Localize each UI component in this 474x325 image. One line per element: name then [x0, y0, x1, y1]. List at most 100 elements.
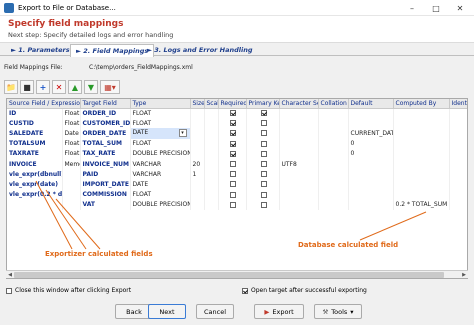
next-button[interactable]: Next — [148, 304, 186, 319]
character-set-cell[interactable] — [279, 189, 319, 200]
source-field-cell[interactable]: SALEDATE — [7, 128, 63, 139]
cancel-button[interactable]: Cancel — [196, 304, 234, 319]
table-row[interactable]: SALEDATEDateORDER_DATEDATE▾ CURRENT_DATE — [7, 128, 467, 139]
menu-dropdown-icon[interactable]: ▦▾ — [100, 80, 120, 94]
default-cell[interactable] — [348, 179, 394, 190]
default-cell[interactable] — [348, 108, 394, 119]
primary-key-cell-checkbox[interactable] — [260, 181, 267, 188]
required-cell[interactable] — [218, 169, 247, 180]
scale-cell[interactable] — [204, 158, 219, 170]
identity-cell[interactable] — [449, 169, 467, 180]
identity-cell[interactable] — [449, 179, 467, 190]
identity-cell[interactable] — [449, 189, 467, 200]
type-dropdown-icon[interactable]: ▾ — [178, 129, 187, 138]
computed-by-cell[interactable] — [393, 118, 450, 129]
scale-cell[interactable] — [204, 148, 219, 159]
source-type-cell[interactable]: Memo — [62, 158, 81, 170]
source-field-cell[interactable]: vle_expr(date) — [7, 179, 63, 190]
computed-by-cell[interactable] — [393, 128, 450, 139]
required-cell-checkbox[interactable] — [230, 120, 236, 127]
collation-cell[interactable] — [318, 189, 349, 200]
source-type-cell[interactable] — [62, 199, 81, 210]
move-up-icon[interactable]: ▲ — [68, 80, 82, 94]
scrollbar-thumb[interactable] — [14, 272, 444, 278]
col-scale[interactable]: Scale — [204, 99, 219, 109]
collation-cell[interactable] — [318, 158, 349, 170]
tools-button[interactable]: ⚒ Tools ▾ — [314, 304, 362, 319]
type-cell[interactable]: FLOAT — [130, 108, 191, 119]
primary-key-cell[interactable] — [246, 189, 280, 200]
save-icon[interactable]: ■ — [20, 80, 34, 94]
close-after-export-option[interactable]: Close this window after clicking Export — [6, 287, 131, 294]
source-type-cell[interactable]: Float — [62, 108, 81, 119]
type-cell[interactable]: DOUBLE PRECISION — [130, 148, 191, 159]
primary-key-cell-checkbox[interactable] — [260, 161, 267, 168]
size-cell[interactable] — [190, 199, 205, 210]
required-cell[interactable] — [218, 189, 247, 200]
default-cell[interactable]: 0 — [348, 138, 394, 149]
character-set-cell[interactable] — [279, 138, 319, 149]
scale-cell[interactable] — [204, 128, 219, 139]
required-cell-checkbox[interactable] — [230, 150, 236, 157]
table-row[interactable]: TAXRATE Float TAX_RATE DOUBLE PRECISION 0 — [7, 148, 467, 159]
target-field-cell[interactable]: PAID — [80, 169, 131, 180]
primary-key-cell[interactable] — [246, 158, 280, 170]
computed-by-cell[interactable] — [393, 189, 450, 200]
character-set-cell[interactable] — [279, 118, 319, 129]
open-target-option[interactable]: Open target after successful exporting — [242, 287, 367, 294]
default-cell[interactable]: CURRENT_DATE — [348, 128, 394, 139]
target-field-cell[interactable]: CUSTOMER_ID — [80, 118, 131, 129]
size-cell[interactable] — [190, 148, 205, 159]
primary-key-cell-checkbox[interactable] — [260, 150, 267, 157]
maximize-icon[interactable]: □ — [424, 0, 448, 16]
type-cell[interactable]: DATE — [130, 179, 191, 190]
character-set-cell[interactable] — [279, 128, 319, 139]
table-row[interactable]: vle_expr(date) IMPORT_DATE DATE — [7, 179, 467, 190]
col-source-field[interactable]: Source Field / Expression — [7, 99, 81, 109]
primary-key-cell-checkbox[interactable] — [260, 191, 267, 198]
type-cell[interactable]: DOUBLE PRECISION — [130, 199, 191, 210]
tab-parameters[interactable]: ► 1. Parameters — [6, 44, 75, 56]
col-computed-by[interactable]: Computed By — [393, 99, 450, 109]
primary-key-cell-checkbox[interactable] — [260, 171, 267, 178]
identity-cell[interactable] — [449, 148, 467, 159]
tab-logs-and-error-handling[interactable]: ► 3. Logs and Error Handling — [142, 44, 257, 56]
primary-key-cell-checkbox[interactable] — [260, 201, 267, 208]
required-cell-checkbox[interactable] — [230, 201, 236, 208]
source-field-cell[interactable] — [7, 199, 63, 210]
scale-cell[interactable] — [204, 199, 219, 210]
scale-cell[interactable] — [204, 179, 219, 190]
character-set-cell[interactable] — [279, 199, 319, 210]
type-cell[interactable]: VARCHAR — [130, 169, 191, 180]
col-collation[interactable]: Collation — [318, 99, 349, 109]
primary-key-cell[interactable] — [246, 108, 280, 119]
computed-by-cell[interactable] — [393, 179, 450, 190]
primary-key-cell[interactable] — [246, 118, 280, 129]
required-cell[interactable] — [218, 179, 247, 190]
source-field-cell[interactable]: vle_expr(dbnull) — [7, 169, 63, 180]
collation-cell[interactable] — [318, 169, 349, 180]
source-field-cell[interactable]: CUSTID — [7, 118, 63, 129]
default-cell[interactable] — [348, 199, 394, 210]
target-field-cell[interactable]: TAX_RATE — [80, 148, 131, 159]
type-cell[interactable]: FLOAT — [130, 118, 191, 129]
col-primary-key[interactable]: Primary Key — [246, 99, 280, 109]
character-set-cell[interactable]: UTF8 — [279, 158, 319, 170]
required-cell-checkbox[interactable] — [230, 191, 236, 198]
required-cell[interactable] — [218, 199, 247, 210]
type-cell[interactable]: FLOAT — [130, 189, 191, 200]
target-field-cell[interactable]: VAT — [80, 199, 131, 210]
required-cell-checkbox[interactable] — [230, 181, 236, 188]
table-row[interactable]: TOTALSUM Float TOTAL_SUM FLOAT 0 — [7, 138, 467, 149]
primary-key-cell-checkbox[interactable] — [260, 120, 267, 127]
table-row[interactable]: VAT DOUBLE PRECISION 0.2 * TOTAL_SUM — [7, 199, 467, 210]
identity-cell[interactable] — [449, 118, 467, 129]
collation-cell[interactable] — [318, 108, 349, 119]
character-set-cell[interactable] — [279, 179, 319, 190]
required-cell-checkbox[interactable] — [230, 110, 236, 117]
required-cell[interactable] — [218, 138, 247, 149]
required-cell-checkbox[interactable] — [230, 161, 236, 168]
source-type-cell[interactable]: Float — [62, 118, 81, 129]
source-field-cell[interactable]: ID — [7, 108, 63, 119]
required-cell[interactable] — [218, 128, 247, 139]
